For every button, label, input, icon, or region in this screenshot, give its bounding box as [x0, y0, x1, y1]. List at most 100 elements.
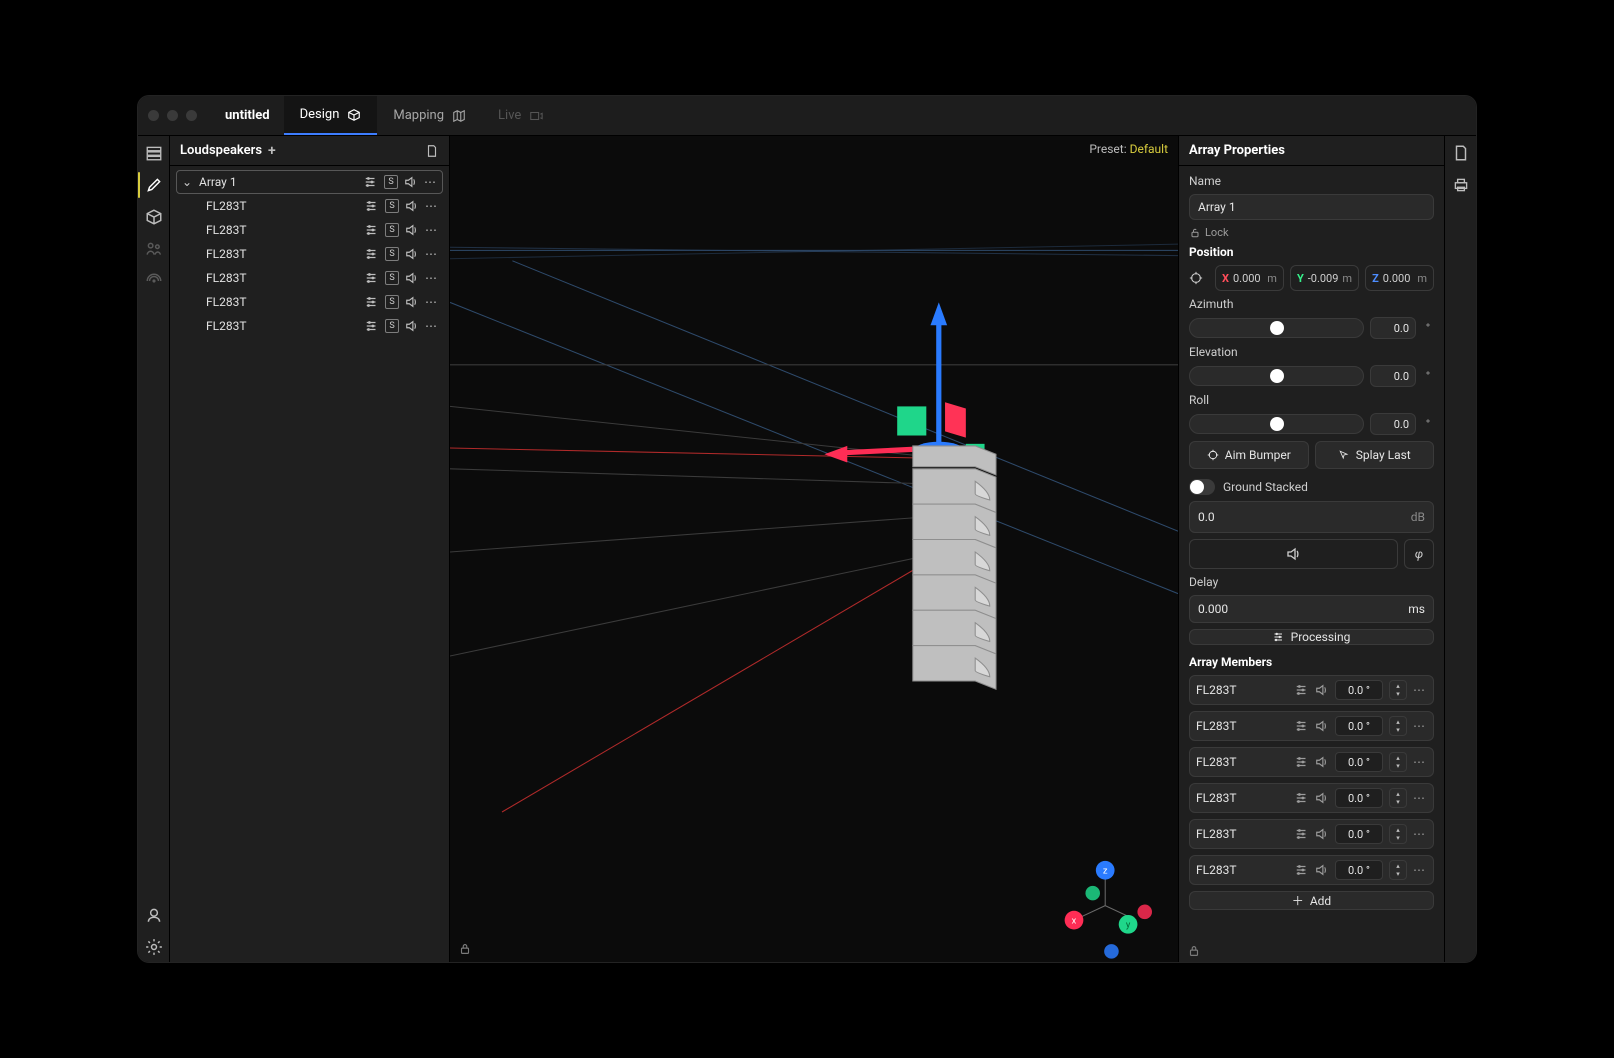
tab-mapping[interactable]: Mapping: [377, 96, 482, 135]
sliders-icon[interactable]: [364, 175, 378, 189]
azimuth-value[interactable]: 0.0: [1370, 317, 1416, 339]
elevation-value[interactable]: 0.0: [1370, 365, 1416, 387]
sliders-icon[interactable]: [1295, 863, 1309, 877]
more-icon[interactable]: ⋯: [424, 175, 438, 189]
elevation-slider[interactable]: [1189, 366, 1364, 386]
angle-stepper[interactable]: ▴▾: [1389, 860, 1407, 880]
array-member-row[interactable]: FL283T 0.0 ° ▴▾ ⋯: [1189, 855, 1434, 885]
solo-button[interactable]: S: [385, 199, 399, 213]
member-angle-input[interactable]: 0.0 °: [1335, 824, 1383, 844]
lock-toggle[interactable]: Lock: [1189, 226, 1434, 239]
ground-stacked-toggle[interactable]: [1189, 479, 1215, 495]
speaker-icon[interactable]: [1315, 863, 1329, 877]
name-input[interactable]: Array 1: [1189, 194, 1434, 220]
loudspeaker-row[interactable]: FL283T S ⋯: [176, 266, 443, 290]
more-icon[interactable]: ⋯: [1413, 863, 1427, 877]
solo-button[interactable]: S: [384, 175, 398, 189]
sliders-icon[interactable]: [365, 319, 379, 333]
rail-user-icon[interactable]: [145, 906, 163, 924]
add-member-button[interactable]: ＋ Add: [1189, 891, 1434, 910]
speaker-icon[interactable]: [405, 247, 419, 261]
more-icon[interactable]: ⋯: [1413, 683, 1427, 697]
delay-input[interactable]: 0.000 ms: [1189, 595, 1434, 623]
angle-stepper[interactable]: ▴▾: [1389, 788, 1407, 808]
new-doc-icon[interactable]: [425, 144, 439, 158]
rail-stack-icon[interactable]: [145, 144, 163, 162]
solo-button[interactable]: S: [385, 295, 399, 309]
splay-last-button[interactable]: Splay Last: [1315, 441, 1435, 469]
array-row[interactable]: ⌄ Array 1 S ⋯: [176, 170, 443, 194]
solo-button[interactable]: S: [385, 247, 399, 261]
speaker-icon[interactable]: [404, 175, 418, 189]
sliders-icon[interactable]: [365, 223, 379, 237]
more-icon[interactable]: ⋯: [1413, 719, 1427, 733]
more-icon[interactable]: ⋯: [425, 295, 439, 309]
sliders-icon[interactable]: [1295, 719, 1309, 733]
speaker-icon[interactable]: [405, 319, 419, 333]
member-angle-input[interactable]: 0.0 °: [1335, 860, 1383, 880]
array-member-row[interactable]: FL283T 0.0 ° ▴▾ ⋯: [1189, 711, 1434, 741]
speaker-icon[interactable]: [405, 223, 419, 237]
more-icon[interactable]: ⋯: [1413, 827, 1427, 841]
speaker-icon[interactable]: [1315, 827, 1329, 841]
rail-print-icon[interactable]: [1452, 176, 1470, 194]
more-icon[interactable]: ⋯: [425, 319, 439, 333]
solo-button[interactable]: S: [385, 271, 399, 285]
rail-gear-icon[interactable]: [145, 938, 163, 956]
speaker-icon[interactable]: [1315, 719, 1329, 733]
sliders-icon[interactable]: [1295, 827, 1309, 841]
loudspeaker-row[interactable]: FL283T S ⋯: [176, 194, 443, 218]
tab-live[interactable]: Live: [482, 96, 559, 135]
pos-z-input[interactable]: Z0.000m: [1365, 265, 1434, 291]
sliders-icon[interactable]: [365, 271, 379, 285]
polarity-button[interactable]: φ: [1404, 539, 1434, 569]
aim-bumper-button[interactable]: Aim Bumper: [1189, 441, 1309, 469]
rail-doc-icon[interactable]: [1452, 144, 1470, 162]
array-member-row[interactable]: FL283T 0.0 ° ▴▾ ⋯: [1189, 747, 1434, 777]
member-angle-input[interactable]: 0.0 °: [1335, 716, 1383, 736]
more-icon[interactable]: ⋯: [425, 199, 439, 213]
chevron-down-icon[interactable]: ⌄: [181, 175, 193, 189]
pos-x-input[interactable]: X0.000m: [1215, 265, 1284, 291]
position-target-icon[interactable]: [1189, 271, 1209, 285]
pos-y-input[interactable]: Y-0.009m: [1290, 265, 1359, 291]
member-angle-input[interactable]: 0.0 °: [1335, 752, 1383, 772]
rail-pencil-icon[interactable]: [145, 176, 163, 194]
roll-slider[interactable]: [1189, 414, 1364, 434]
angle-stepper[interactable]: ▴▾: [1389, 752, 1407, 772]
properties-lock-icon[interactable]: [1187, 944, 1201, 958]
rail-signal-icon[interactable]: [145, 272, 163, 290]
angle-stepper[interactable]: ▴▾: [1389, 680, 1407, 700]
sliders-icon[interactable]: [365, 247, 379, 261]
processing-button[interactable]: Processing: [1189, 629, 1434, 645]
array-member-row[interactable]: FL283T 0.0 ° ▴▾ ⋯: [1189, 783, 1434, 813]
loudspeaker-row[interactable]: FL283T S ⋯: [176, 218, 443, 242]
sliders-icon[interactable]: [365, 295, 379, 309]
solo-button[interactable]: S: [385, 223, 399, 237]
more-icon[interactable]: ⋯: [425, 223, 439, 237]
roll-value[interactable]: 0.0: [1370, 413, 1416, 435]
sliders-icon[interactable]: [1295, 683, 1309, 697]
gain-input[interactable]: 0.0 dB: [1189, 501, 1434, 533]
viewport-3d[interactable]: Preset: Default: [450, 136, 1178, 962]
array-member-row[interactable]: FL283T 0.0 ° ▴▾ ⋯: [1189, 819, 1434, 849]
more-icon[interactable]: ⋯: [1413, 755, 1427, 769]
loudspeaker-row[interactable]: FL283T S ⋯: [176, 314, 443, 338]
more-icon[interactable]: ⋯: [425, 247, 439, 261]
sliders-icon[interactable]: [1295, 755, 1309, 769]
window-controls[interactable]: [148, 110, 197, 121]
more-icon[interactable]: ⋯: [425, 271, 439, 285]
add-loudspeaker-button[interactable]: +: [268, 143, 276, 159]
sliders-icon[interactable]: [1295, 791, 1309, 805]
sliders-icon[interactable]: [365, 199, 379, 213]
rail-people-icon[interactable]: [145, 240, 163, 258]
mute-button[interactable]: [1189, 539, 1398, 569]
angle-stepper[interactable]: ▴▾: [1389, 824, 1407, 844]
rail-cube-icon[interactable]: [145, 208, 163, 226]
member-angle-input[interactable]: 0.0 °: [1335, 788, 1383, 808]
speaker-icon[interactable]: [405, 199, 419, 213]
speaker-icon[interactable]: [1315, 755, 1329, 769]
solo-button[interactable]: S: [385, 319, 399, 333]
azimuth-slider[interactable]: [1189, 318, 1364, 338]
speaker-icon[interactable]: [405, 295, 419, 309]
